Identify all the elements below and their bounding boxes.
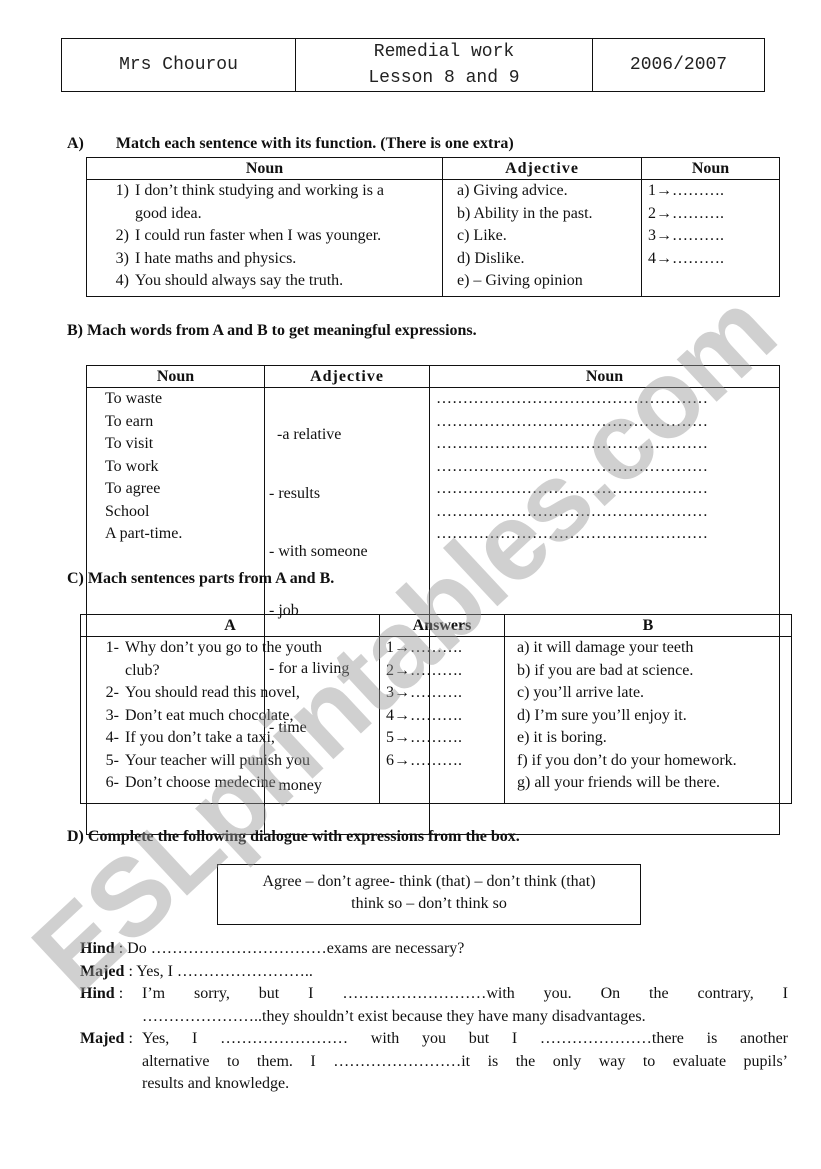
speaker-name: Majed [80,1030,125,1047]
word-item: - with someone [269,543,368,560]
sentence-item-cont: good idea. [135,204,202,222]
sentence-item: 2) I could run faster when I was younger. [115,227,382,244]
dialogue-text[interactable]: …………………..they shouldn’t exist because th… [142,1006,788,1029]
dialogue: Hind : Do ……………………………exams are necessary… [80,938,788,1096]
col-header: Noun [86,365,265,388]
col-header: Noun [429,365,780,388]
expression-blank[interactable]: …………………………………………… [436,478,779,501]
answer-blank[interactable]: 2→………. [648,203,779,226]
parts-b-cell: a) it will damage your teeth b) if you a… [504,636,792,804]
word-item: To waste [105,390,163,407]
expression-blank[interactable]: …………………………………………… [436,433,779,456]
function-item: b) Ability in the past. [457,204,593,222]
parts-a-cell: 1- Why don’t you go to the youth club? 2-… [80,636,380,804]
answers-cell: 1→………. 2→………. 3→………. 4→………. 5→………. 6→………… [379,636,505,804]
dialogue-line: Hind : I’m sorry, but I ………………………with yo… [80,983,788,1028]
answer-blank[interactable]: 2→………. [386,660,504,683]
dialogue-text[interactable]: results and knowledge. [142,1073,788,1096]
answer-blank[interactable]: 1→………. [648,180,779,203]
function-item: d) Dislike. [457,249,525,267]
teacher-name: Mrs Chourou [61,38,296,92]
section-c-table: A Answers B 1- Why don’t you go to the yo… [80,614,792,804]
section-d-title: D) Complete the following dialogue with … [67,828,520,845]
dialogue-text[interactable]: Do ……………………………exams are necessary? [127,940,464,957]
part-b-item: g) all your friends will be there. [517,774,721,791]
dialogue-line: Majed : Yes, I …………………….. [80,962,313,980]
speaker-name: Hind [80,940,115,957]
word-item: -a relative [269,426,342,443]
word-item: School [105,502,150,520]
section-a-instructions: Match each sentence with its function. (… [115,135,514,152]
expressions-box: Agree – don’t agree- think (that) – don’… [217,864,641,925]
dialogue-line: Majed : Yes, I …………………… with you but I …… [80,1028,788,1096]
word-item: A part-time. [105,525,183,542]
col-header: A [80,614,380,637]
sentence-item: 3) I hate maths and physics. [115,249,297,267]
school-year: 2006/2007 [592,38,765,92]
part-b-item: b) if you are bad at science. [517,661,694,679]
dialogue-text[interactable]: I’m sorry, but I ………………………with you. On t… [142,983,788,1006]
function-item: c) Like. [457,227,507,244]
speaker-name: Majed [80,962,125,980]
answer-blank[interactable]: 5→………. [386,727,504,750]
part-b-item: f) if you don’t do your homework. [517,751,737,769]
answer-blank[interactable]: 4→………. [386,705,504,728]
expression-blank[interactable]: …………………………………………… [436,501,779,524]
part-a-item: 5- Your teacher will punish you [105,751,311,769]
dialogue-text[interactable]: Yes, I …………………….. [136,963,313,980]
expression-blank[interactable]: …………………………………………… [436,388,779,410]
expression-blank[interactable]: …………………………………………… [436,456,779,479]
part-b-item: c) you’ll arrive late. [517,684,645,701]
part-b-item: a) it will damage your teeth [517,639,694,656]
dialogue-text[interactable]: alternative to them. I ……………………it is the… [142,1051,788,1074]
function-item: a) Giving advice. [457,182,568,199]
title-line-2: Lesson 8 and 9 [368,68,520,88]
functions-cell: a) Giving advice. b) Ability in the past… [442,179,642,297]
col-header: Noun [641,157,780,180]
part-a-item: 2- You should read this novel, [105,684,300,701]
col-header: B [504,614,792,637]
section-a-table: Noun Adjective Noun 1) I don’t think stud… [86,157,780,297]
part-a-item: 6- Don’t choose medecine [105,774,276,791]
dialogue-text[interactable]: Yes, I …………………… with you but I …………………th… [142,1028,788,1051]
expression-blank[interactable]: …………………………………………… [436,411,779,434]
expression-blank[interactable]: …………………………………………… [436,523,779,546]
part-a-item-cont: club? [125,661,160,679]
col-header: Adjective [442,157,642,180]
sentences-cell: 1) I don’t think studying and working is … [86,179,443,297]
section-c-title: C) Mach sentences parts from A and B. [67,570,335,587]
col-header: Adjective [264,365,430,388]
col-header: Answers [379,614,505,637]
sentence-item: 4) You should always say the truth. [115,272,344,289]
section-b-title: B) Mach words from A and B to get meanin… [67,322,477,339]
function-item: e) – Giving opinion [457,272,583,289]
section-a-title: A) Match each sentence with its function… [67,135,514,153]
word-item: To visit [105,435,154,452]
section-a-label: A) [67,135,84,152]
sentence-item: 1) I don’t think studying and working is … [115,182,385,199]
dialogue-line: Hind : Do ……………………………exams are necessary… [80,940,465,957]
part-b-item: d) I’m sure you’ll enjoy it. [517,706,687,724]
col-header: Noun [86,157,443,180]
part-a-item: 1- Why don’t you go to the youth [105,639,323,656]
title-line-1: Remedial work [373,42,515,62]
part-a-item: 3- Don’t eat much chocolate, [105,706,294,724]
answer-blank[interactable]: 3→………. [648,225,779,248]
word-item: To agree [105,480,161,497]
answer-blank[interactable]: 4→………. [648,248,779,271]
answer-blank[interactable]: 6→………. [386,750,504,773]
header-table: Mrs Chourou Remedial work Lesson 8 and 9… [61,38,765,92]
part-b-item: e) it is boring. [517,729,607,746]
worksheet-title: Remedial work Lesson 8 and 9 [295,38,593,92]
box-line-1: Agree – don’t agree- think (that) – don’… [262,873,596,890]
answer-blank[interactable]: 1→………. [386,637,504,660]
speaker-name: Hind [80,985,115,1002]
part-a-item: 4- If you don’t take a taxi, [105,729,275,746]
answer-blank[interactable]: 3→………. [386,682,504,705]
answers-cell: 1→………. 2→………. 3→………. 4→………. [641,179,780,297]
word-item: - results [269,484,321,502]
box-line-2: think so – don’t think so [351,895,507,912]
word-item: To work [105,457,159,475]
word-item: To earn [105,412,154,430]
